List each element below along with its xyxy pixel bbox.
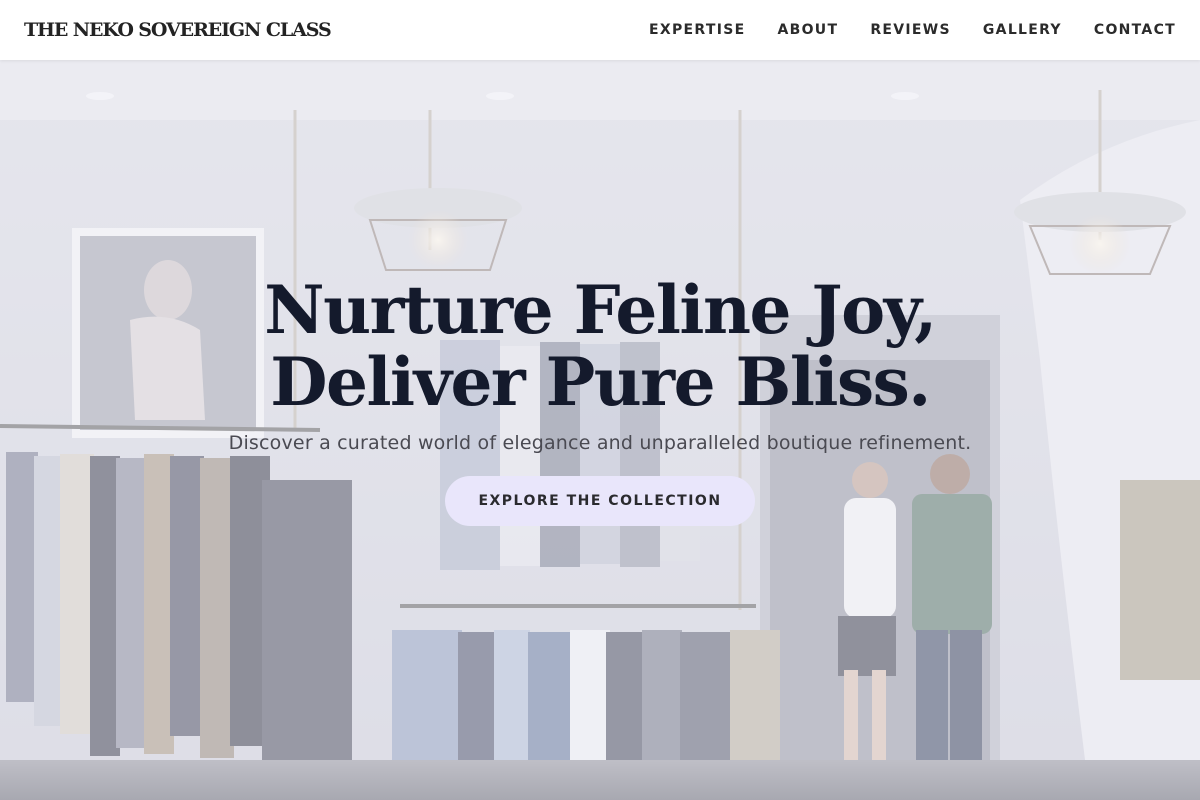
brand-logo[interactable]: THE NEKO SOVEREIGN CLASS [24,19,332,41]
nav-link-expertise[interactable]: EXPERTISE [649,22,745,38]
nav-link-gallery[interactable]: GALLERY [983,22,1062,38]
hero-headline: Nurture Feline Joy, Deliver Pure Bliss. [0,274,1200,418]
hero-section: Nurture Feline Joy, Deliver Pure Bliss. … [0,60,1200,800]
nav-link-reviews[interactable]: REVIEWS [870,22,951,38]
hero-subheadline: Discover a curated world of elegance and… [228,432,972,454]
hero-headline-line-2: Deliver Pure Bliss. [270,343,931,421]
explore-collection-button[interactable]: EXPLORE THE COLLECTION [445,476,755,526]
nav-link-contact[interactable]: CONTACT [1094,22,1176,38]
nav-link-about[interactable]: ABOUT [777,22,838,38]
site-header: THE NEKO SOVEREIGN CLASS EXPERTISE ABOUT… [0,0,1200,60]
hero-headline-line-1: Nurture Feline Joy, [264,271,937,349]
hero-content: Nurture Feline Joy, Deliver Pure Bliss. … [0,274,1200,526]
main-nav: EXPERTISE ABOUT REVIEWS GALLERY CONTACT [649,22,1176,38]
